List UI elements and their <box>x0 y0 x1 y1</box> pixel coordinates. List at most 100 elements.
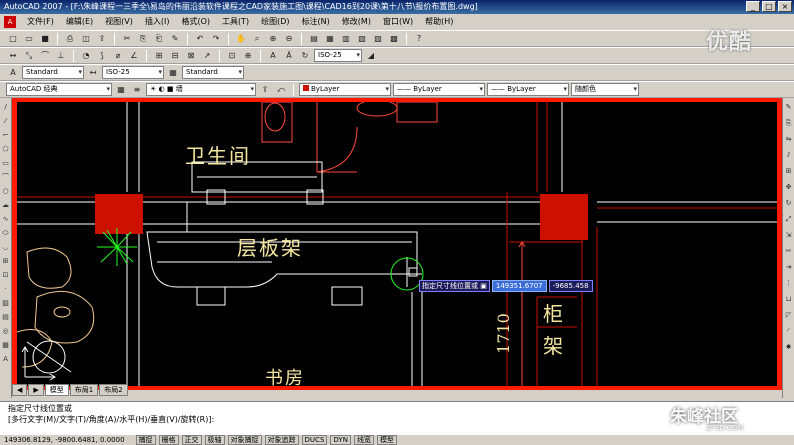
table-icon[interactable]: ▦ <box>1 340 11 350</box>
undo-icon[interactable]: ↶ <box>193 32 207 45</box>
maximize-button[interactable]: □ <box>762 1 776 12</box>
workspace-combo[interactable]: AutoCAD 经典 <box>6 83 112 96</box>
erase-icon[interactable]: ✎ <box>784 102 794 112</box>
publish-icon[interactable]: ⇪ <box>95 32 109 45</box>
dim-style-icon[interactable]: ◢ <box>364 49 378 62</box>
pan-icon[interactable]: ✋ <box>234 32 248 45</box>
menu-tools[interactable]: 工具(T) <box>219 15 252 29</box>
dropdown-arrow-icon[interactable]: ▣ <box>480 282 487 290</box>
array-icon[interactable]: ⊞ <box>784 166 794 176</box>
workspace-settings-icon[interactable]: ▦ <box>114 83 128 96</box>
menu-window[interactable]: 窗口(W) <box>380 15 416 29</box>
leader-icon[interactable]: ↗ <box>200 49 214 62</box>
quick-dim-icon[interactable]: ⊞ <box>152 49 166 62</box>
polyline-icon[interactable]: ⌐ <box>1 130 11 140</box>
otrack-toggle[interactable]: 对象追踪 <box>264 435 299 445</box>
close-button[interactable]: × <box>778 1 792 12</box>
ordinate-icon[interactable]: ⊥ <box>54 49 68 62</box>
trim-icon[interactable]: ✂ <box>784 246 794 256</box>
minimize-button[interactable]: _ <box>746 1 760 12</box>
save-icon[interactable]: ■ <box>38 32 52 45</box>
dim-text-edit-icon[interactable]: Ä <box>282 49 296 62</box>
lineweight-toggle[interactable]: 线宽 <box>353 435 374 445</box>
menu-draw[interactable]: 绘图(D) <box>258 15 292 29</box>
open-icon[interactable]: ▭ <box>22 32 36 45</box>
mtext-icon[interactable]: A <box>1 354 11 364</box>
dim-style-select[interactable]: ISO-25 <box>102 66 164 79</box>
drawing-canvas[interactable]: 卫生间 层板架 书房 柜 架 1710 <box>17 102 777 386</box>
move-icon[interactable]: ✥ <box>784 182 794 192</box>
design-center-icon[interactable]: ▦ <box>323 32 337 45</box>
menu-modify[interactable]: 修改(M) <box>339 15 374 29</box>
copy-object-icon[interactable]: ⎘ <box>784 118 794 128</box>
dim-edit-icon[interactable]: A <box>266 49 280 62</box>
linetype-combo[interactable]: —— ByLayer <box>393 83 485 96</box>
scale-icon[interactable]: ⤢ <box>784 214 794 224</box>
dynamic-x-input[interactable]: 149351.6707 <box>491 280 547 292</box>
fillet-icon[interactable]: ◜ <box>784 326 794 336</box>
spline-icon[interactable]: ∿ <box>1 214 11 224</box>
make-block-icon[interactable]: ⊡ <box>1 270 11 280</box>
region-icon[interactable]: ◎ <box>1 326 11 336</box>
copy-icon[interactable]: ⎘ <box>136 32 150 45</box>
explode-icon[interactable]: ✸ <box>784 342 794 352</box>
tab-layout1[interactable]: 布局1 <box>69 384 99 396</box>
cut-icon[interactable]: ✂ <box>120 32 134 45</box>
table-style-combo[interactable]: Standard <box>182 66 244 79</box>
layer-manager-icon[interactable]: ≡ <box>130 83 144 96</box>
dynamic-y-input[interactable]: -9685.458 <box>548 280 593 292</box>
menu-edit[interactable]: 编辑(E) <box>63 15 96 29</box>
menu-dimension[interactable]: 标注(N) <box>299 15 333 29</box>
dyn-toggle[interactable]: DYN <box>330 435 351 445</box>
arc-length-icon[interactable]: ⌒ <box>38 49 52 62</box>
rectangle-icon[interactable]: ▭ <box>1 158 11 168</box>
angular-icon[interactable]: ∠ <box>127 49 141 62</box>
polygon-icon[interactable]: ⬠ <box>1 144 11 154</box>
lineweight-combo[interactable]: —— ByLayer <box>487 83 569 96</box>
layer-combo[interactable]: ☀ ◐ ■ 墙 <box>146 83 256 96</box>
hatch-icon[interactable]: ▨ <box>1 298 11 308</box>
make-current-icon[interactable]: ⇪ <box>258 83 272 96</box>
circle-icon[interactable]: ○ <box>1 186 11 196</box>
linear-dim-icon[interactable]: ↔ <box>6 49 20 62</box>
properties-icon[interactable]: ▤ <box>307 32 321 45</box>
zoom-previous-icon[interactable]: ⊖ <box>282 32 296 45</box>
arc-icon[interactable]: ⌒ <box>1 172 11 182</box>
offset-icon[interactable]: ⫽ <box>784 150 794 160</box>
polar-toggle[interactable]: 极轴 <box>204 435 225 445</box>
dim-style-manager-icon[interactable]: ↤ <box>86 66 100 79</box>
match-properties-icon[interactable]: ✎ <box>168 32 182 45</box>
ortho-toggle[interactable]: 正交 <box>181 435 202 445</box>
text-style-icon[interactable]: A <box>6 66 20 79</box>
jogged-icon[interactable]: ⟆ <box>95 49 109 62</box>
menu-view[interactable]: 视图(V) <box>102 15 136 29</box>
sheet-set-icon[interactable]: ▧ <box>355 32 369 45</box>
autocad-logo-icon[interactable]: A <box>4 16 16 28</box>
construction-line-icon[interactable]: ⁄ <box>1 116 11 126</box>
menu-insert[interactable]: 插入(I) <box>142 15 173 29</box>
model-toggle[interactable]: 模型 <box>376 435 397 445</box>
plotstyle-combo[interactable]: 随颜色 <box>571 83 639 96</box>
dim-style-combo[interactable]: ISO-25 <box>314 49 362 62</box>
tab-layout2[interactable]: 布局2 <box>99 384 128 396</box>
calculator-icon[interactable]: ▩ <box>387 32 401 45</box>
tab-nav-last-icon[interactable]: ▶ <box>28 384 44 396</box>
diameter-icon[interactable]: ⌀ <box>111 49 125 62</box>
zoom-realtime-icon[interactable]: ⌕ <box>250 32 264 45</box>
print-icon[interactable]: ⎙ <box>63 32 77 45</box>
tool-palettes-icon[interactable]: ▥ <box>339 32 353 45</box>
continue-icon[interactable]: ⊠ <box>184 49 198 62</box>
chamfer-icon[interactable]: ◸ <box>784 310 794 320</box>
osnap-toggle[interactable]: 对象捕捉 <box>227 435 262 445</box>
join-icon[interactable]: ⊔ <box>784 294 794 304</box>
ellipse-arc-icon[interactable]: ◡ <box>1 242 11 252</box>
snap-toggle[interactable]: 捕捉 <box>135 435 156 445</box>
preview-icon[interactable]: ◫ <box>79 32 93 45</box>
new-icon[interactable]: □ <box>6 32 20 45</box>
menu-help[interactable]: 帮助(H) <box>422 15 456 29</box>
line-icon[interactable]: / <box>1 102 11 112</box>
rotate-icon[interactable]: ↻ <box>784 198 794 208</box>
gradient-icon[interactable]: ▤ <box>1 312 11 322</box>
dim-update-icon[interactable]: ↻ <box>298 49 312 62</box>
zoom-window-icon[interactable]: ⊕ <box>266 32 280 45</box>
